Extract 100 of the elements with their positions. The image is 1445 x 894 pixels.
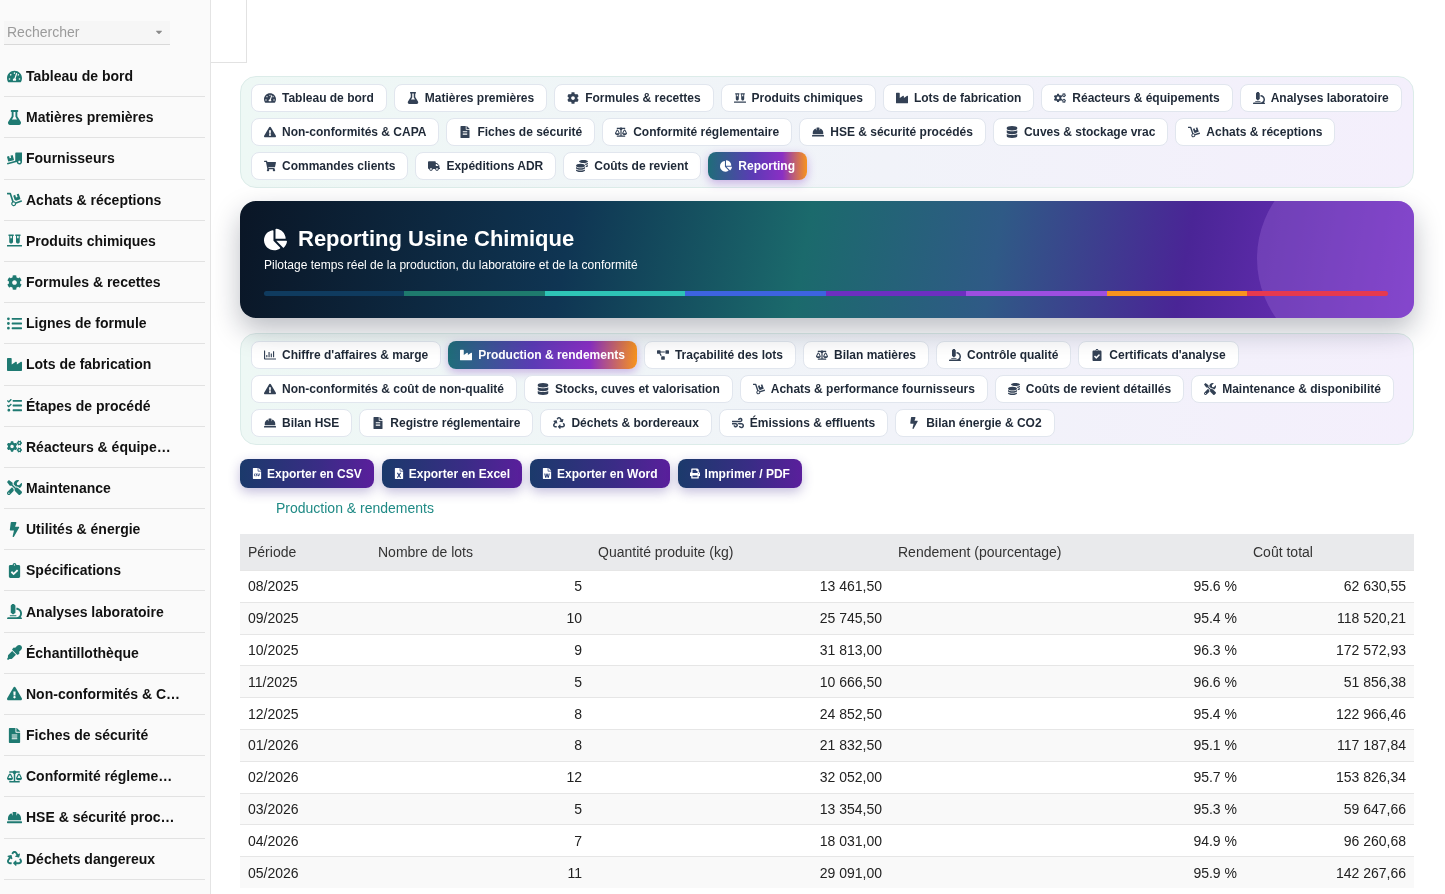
bar-chart-icon	[264, 349, 276, 361]
tab[interactable]: Cuves & stockage vrac	[992, 118, 1169, 146]
search-field[interactable]: Rechercher	[4, 20, 170, 45]
sidebar-item[interactable]: Non-conformités & C…	[4, 673, 205, 715]
tab[interactable]: Matières premières	[393, 84, 548, 112]
test-tubes-icon	[7, 233, 22, 249]
sidebar-item[interactable]: Analyses laboratoire	[4, 591, 205, 633]
scales-icon	[7, 768, 22, 784]
tab[interactable]: Conformité réglementaire	[602, 118, 793, 146]
tab[interactable]: Achats & performance fournisseurs	[739, 375, 988, 403]
tab[interactable]: Stocks, cuves et valorisation	[524, 375, 733, 403]
hard-hat-icon	[264, 417, 276, 429]
table-cell-text: 95.3 %	[1192, 799, 1238, 819]
tab[interactable]: Déchets & bordereaux	[540, 409, 712, 437]
table-cell-text: 29 091,00	[818, 863, 883, 883]
tab[interactable]: Émissions & effluents	[718, 409, 889, 437]
export-excel-button[interactable]: Exporter en Excel	[381, 459, 523, 488]
sidebar-item[interactable]: Déchets dangereux	[4, 838, 205, 880]
tab[interactable]: Expéditions ADR	[415, 152, 557, 180]
tab[interactable]: Registre réglementaire	[359, 409, 534, 437]
tab[interactable]: Bilan matières	[802, 341, 929, 369]
table-cell-text: 21 832,50	[818, 736, 883, 756]
scales-icon	[815, 349, 828, 361]
tab[interactable]: Coûts de revient	[563, 152, 702, 180]
sidebar-item[interactable]: Lots de fabrication	[4, 344, 205, 386]
wind-icon	[731, 417, 744, 429]
tab[interactable]: Formules & recettes	[554, 84, 714, 112]
tab[interactable]: Non-conformités & coût de non-qualité	[251, 375, 517, 403]
tab[interactable]: Bilan énergie & CO2	[895, 409, 1055, 437]
sidebar-item[interactable]: HSE & sécurité proc…	[4, 797, 205, 839]
truck-icon	[428, 160, 441, 172]
table-cell-text: 04/2026	[247, 831, 300, 851]
tab[interactable]: Certificats d'analyse	[1078, 341, 1239, 369]
sidebar-item[interactable]: Achats & réceptions	[4, 179, 205, 221]
hand-truck-icon	[7, 192, 22, 208]
hard-hat-icon	[7, 809, 22, 825]
tab[interactable]: HSE & sécurité procédés	[799, 118, 986, 146]
section-title: Production & rendements	[276, 499, 434, 518]
table-cell-text: 5	[573, 577, 583, 597]
sidebar-item[interactable]: Matières premières	[4, 97, 205, 139]
sidebar-item[interactable]: Conformité régleme…	[4, 756, 205, 798]
table-cell-text: 10/2025	[247, 641, 300, 660]
printer-icon	[689, 468, 700, 479]
lightning-icon	[7, 521, 22, 537]
print-button[interactable]: Imprimer / PDF	[677, 459, 802, 488]
table-cell-text: 03/2026	[247, 799, 300, 819]
hand-truck-icon	[752, 383, 765, 395]
tab[interactable]: Bilan HSE	[251, 409, 353, 437]
tab[interactable]: Tableau de bord	[251, 84, 387, 112]
sidebar-item[interactable]: Tableau de bord	[4, 56, 205, 98]
table-header-cell-text: Nombre de lots	[377, 543, 474, 562]
diagram-icon	[656, 349, 669, 361]
sidebar-item[interactable]: Fournisseurs	[4, 138, 205, 180]
hard-hat-icon	[812, 126, 825, 138]
tab[interactable]: Commandes clients	[251, 152, 409, 180]
tab[interactable]: Lots de fabrication	[882, 84, 1035, 112]
tab[interactable]: Achats & réceptions	[1175, 118, 1336, 146]
table-cell-text: 96 260,68	[1342, 831, 1407, 851]
list-icon	[7, 315, 22, 331]
tab[interactable]: Non-conformités & CAPA	[251, 118, 440, 146]
table-header-cell-text: Période	[247, 543, 298, 562]
sidebar-item[interactable]: Spécifications	[4, 550, 205, 592]
gears-icon	[7, 439, 22, 455]
table-cell-text: 12	[565, 768, 583, 788]
scales-icon	[615, 126, 628, 138]
microscope-icon	[1252, 92, 1265, 104]
tab[interactable]: Contrôle qualité	[936, 341, 1072, 369]
tab[interactable]: Analyses laboratoire	[1239, 84, 1402, 112]
cart-icon	[264, 160, 276, 172]
table-cell-text: 95.6 %	[1192, 577, 1238, 597]
sidebar-item[interactable]: Lignes de formule	[4, 303, 205, 345]
sidebar-item[interactable]: Maintenance	[4, 467, 205, 510]
document-icon	[7, 727, 22, 743]
sidebar-item[interactable]: Réacteurs & équipe…	[4, 426, 205, 468]
tab[interactable]: Produits chimiques	[720, 84, 876, 112]
table-cell-text: 95.7 %	[1192, 768, 1238, 788]
sidebar-item[interactable]: Échantillothèque	[4, 632, 205, 674]
tab[interactable]: Maintenance & disponibilité	[1191, 375, 1394, 403]
tab[interactable]: Coûts de revient détaillés	[994, 375, 1185, 403]
sidebar-item[interactable]: Produits chimiques	[4, 220, 205, 262]
lightning-icon	[908, 417, 921, 429]
tab[interactable]: Réacteurs & équipements	[1041, 84, 1233, 112]
sidebar-item[interactable]: Fiches de sécurité	[4, 715, 205, 757]
tab[interactable]: Reporting	[708, 152, 807, 180]
tab[interactable]: Traçabilité des lots	[643, 341, 796, 369]
export-word-button[interactable]: Exporter en Word	[530, 459, 670, 488]
table-cell-text: 8	[573, 704, 583, 724]
spreadsheet-file-icon	[393, 468, 404, 479]
table-cell-text: 10 666,50	[818, 672, 883, 692]
sidebar-item[interactable]: Utilités & énergie	[4, 509, 205, 551]
coins-icon	[576, 160, 589, 172]
tab[interactable]: Fiches de sécurité	[446, 118, 596, 146]
pie-chart-icon	[720, 160, 733, 172]
sidebar-item[interactable]: Formules & recettes	[4, 261, 205, 304]
sidebar-item[interactable]: Étapes de procédé	[4, 385, 205, 427]
tab[interactable]: Chiffre d'affaires & marge	[251, 341, 442, 369]
export-csv-button[interactable]: Exporter en CSV	[240, 459, 374, 488]
banner-subtitle: Pilotage temps réel de la production, du laboratoire et de la conformité	[264, 257, 638, 273]
table-cell-text: 95.1 %	[1192, 736, 1238, 756]
checklist-icon	[7, 398, 22, 414]
